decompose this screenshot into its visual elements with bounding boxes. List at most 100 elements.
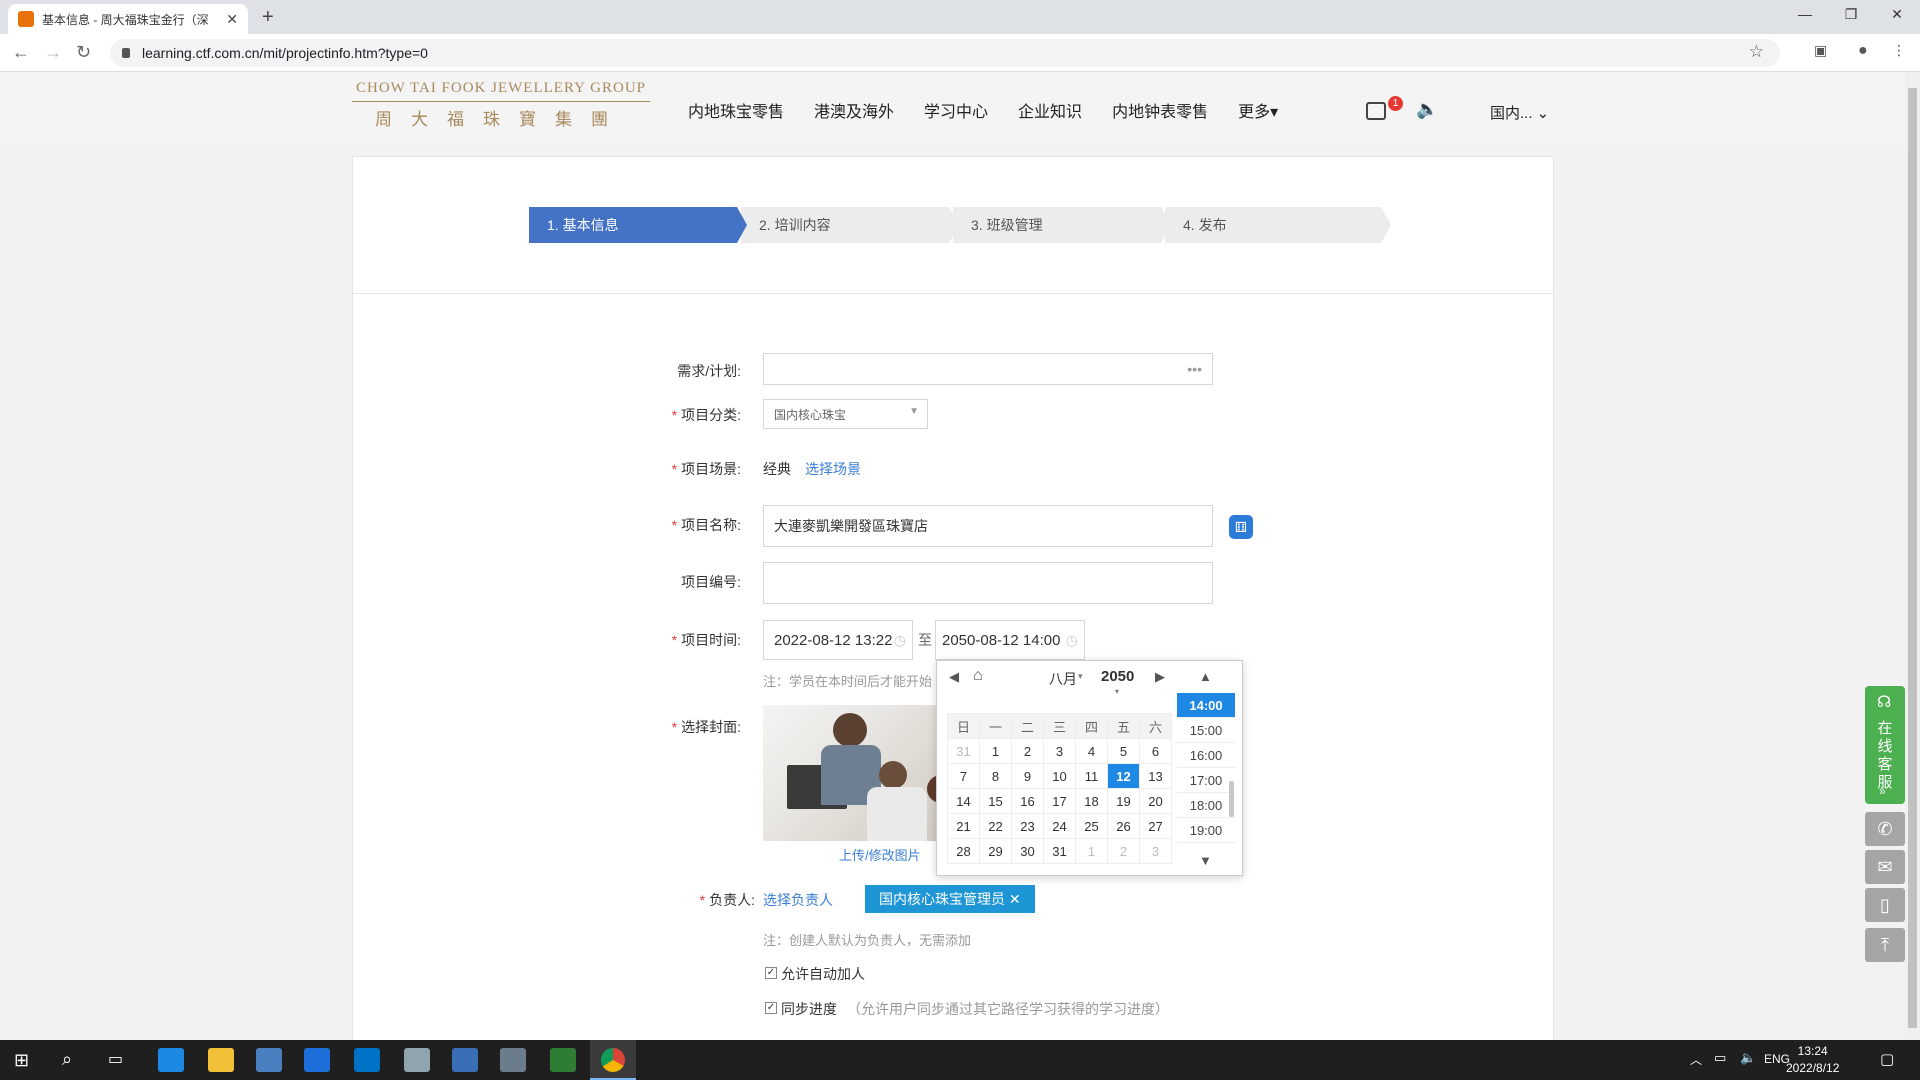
calendar-day[interactable]: 3 [1043,738,1076,764]
speaker-icon[interactable]: 🔈 [1416,99,1438,120]
nav-item-watch-retail[interactable]: 内地钟表零售 [1112,98,1208,122]
calendar-day[interactable]: 31 [1043,838,1076,864]
url-bar[interactable]: learning.ctf.com.cn/mit/projectinfo.htm?… [110,39,1780,67]
home-icon[interactable]: ⌂ [973,667,983,685]
calendar-day[interactable]: 1 [1075,838,1108,864]
month-dropdown-icon[interactable]: ▾ [1078,671,1083,682]
logo[interactable]: CHOW TAI FOOK JEWELLERY GROUP 周大福珠寶集團 [352,80,650,130]
time-option[interactable]: 18:00 [1177,793,1235,818]
app-icon[interactable] [500,1048,526,1072]
whatsapp-icon[interactable]: ✆ [1865,812,1905,846]
time-option[interactable]: 16:00 [1177,743,1235,768]
calendar-day[interactable]: 8 [979,763,1012,789]
app-icon[interactable] [256,1048,282,1072]
calendar-day[interactable]: 2 [1011,738,1044,764]
windows-start-icon[interactable]: ⊞ [14,1050,29,1071]
calendar-day[interactable]: 6 [1139,738,1172,764]
back-to-top-icon[interactable]: ⤒ [1865,928,1905,962]
network-icon[interactable]: ▭ [1714,1050,1726,1066]
calendar-day[interactable]: 31 [947,738,980,764]
calendar-day[interactable]: 19 [1107,788,1140,814]
profile-icon[interactable]: ● [1858,42,1868,60]
ie-icon[interactable] [158,1048,184,1072]
calendar-day[interactable]: 18 [1075,788,1108,814]
restore-button[interactable]: ❐ [1836,6,1866,23]
calendar-day[interactable]: 17 [1043,788,1076,814]
calendar-day[interactable]: 3 [1139,838,1172,864]
calendar-day[interactable]: 13 [1139,763,1172,789]
message-icon[interactable]: ✉ [1865,850,1905,884]
nav-item-mainland-jewelry[interactable]: 内地珠宝零售 [688,98,784,122]
file-explorer-icon[interactable] [208,1048,234,1072]
demand-input[interactable]: ••• [763,353,1213,385]
new-tab-button[interactable]: + [262,6,274,29]
nav-item-more[interactable]: 更多▾ [1238,98,1278,122]
calendar-day[interactable]: 20 [1139,788,1172,814]
calendar-day[interactable]: 14 [947,788,980,814]
app-icon[interactable] [404,1048,430,1072]
app-icon[interactable] [304,1048,330,1072]
clock[interactable]: 13:24 2022/8/12 [1786,1043,1839,1077]
page-scrollbar[interactable] [1905,72,1920,1040]
calendar-day[interactable]: 4 [1075,738,1108,764]
calendar-day[interactable]: 26 [1107,813,1140,839]
extension-icon[interactable]: ▣ [1814,42,1827,59]
app-icon[interactable] [550,1048,576,1072]
category-select[interactable]: 国内核心珠宝 ▼ [763,399,928,429]
time-option[interactable]: 14:00 [1177,693,1235,718]
calendar-day[interactable]: 28 [947,838,980,864]
project-code-input[interactable] [763,562,1213,604]
region-selector[interactable]: 国内... ⌄ [1490,102,1549,123]
calendar-day[interactable]: 23 [1011,813,1044,839]
calendar-day[interactable]: 16 [1011,788,1044,814]
auto-join-checkbox[interactable]: ✓ [765,967,777,979]
task-view-icon[interactable]: ▭ [108,1049,123,1069]
notification-icon[interactable]: ▢ [1880,1050,1894,1068]
calendar-day[interactable]: 9 [1011,763,1044,789]
apps-grid-icon[interactable] [1366,102,1386,120]
calendar-day[interactable]: 2 [1107,838,1140,864]
owner-tag[interactable]: 国内核心珠宝管理员 ✕ [865,885,1035,913]
project-name-input[interactable]: 大連麥凱樂開發區珠寶店 [763,505,1213,547]
step-class-management[interactable]: 3. 班级管理 [953,207,1171,243]
back-button[interactable]: ← [12,42,30,63]
menu-icon[interactable]: ⋮ [1892,42,1906,59]
step-publish[interactable]: 4. 发布 [1165,207,1391,243]
sync-progress-checkbox[interactable]: ✓ [765,1002,777,1014]
calendar-day[interactable]: 5 [1107,738,1140,764]
step-training-content[interactable]: 2. 培训内容 [741,207,959,243]
nav-item-knowledge[interactable]: 企业知识 [1018,98,1082,122]
year-selector[interactable]: 2050 [1101,668,1134,685]
calendar-day[interactable]: 11 [1075,763,1108,789]
outlook-icon[interactable] [354,1048,380,1072]
calendar-day[interactable]: 22 [979,813,1012,839]
calendar-day[interactable]: 24 [1043,813,1076,839]
app-icon[interactable] [452,1048,478,1072]
search-icon[interactable]: ⌕ [62,1049,72,1070]
prev-month-icon[interactable]: ◀ [949,669,959,685]
calendar-day[interactable]: 29 [979,838,1012,864]
select-scene-link[interactable]: 选择场景 [805,459,861,479]
year-dropdown-icon[interactable]: ▾ [1115,687,1119,696]
calendar-day[interactable]: 27 [1139,813,1172,839]
next-month-icon[interactable]: ▶ [1155,669,1165,685]
close-window-button[interactable]: ✕ [1882,6,1912,23]
scrollbar-thumb[interactable] [1908,88,1917,1028]
calendar-day[interactable]: 1 [979,738,1012,764]
chrome-taskbar-item[interactable] [590,1040,636,1080]
select-owner-link[interactable]: 选择负责人 [763,890,833,910]
close-tab-icon[interactable]: ✕ [226,11,238,28]
time-scroll-up-icon[interactable]: ▲ [1199,669,1212,684]
online-service-button[interactable]: ☊ 在线客服 » [1865,686,1905,804]
calendar-day[interactable]: 15 [979,788,1012,814]
time-option[interactable]: 15:00 [1177,718,1235,743]
step-basic-info[interactable]: 1. 基本信息 [529,207,747,243]
time-option[interactable]: 19:00 [1177,818,1235,843]
start-time-input[interactable]: 2022-08-12 13:22 ◷ [763,620,913,660]
tray-chevron-icon[interactable]: ︿ [1690,1051,1702,1068]
reload-button[interactable]: ↻ [76,42,91,63]
month-selector[interactable]: 八月 [1049,669,1077,689]
minimize-button[interactable]: — [1790,6,1820,22]
browser-tab[interactable]: 基本信息 - 周大福珠宝金行（深 ✕ [8,4,248,34]
upload-image-link[interactable]: 上传/修改图片 [839,845,921,864]
